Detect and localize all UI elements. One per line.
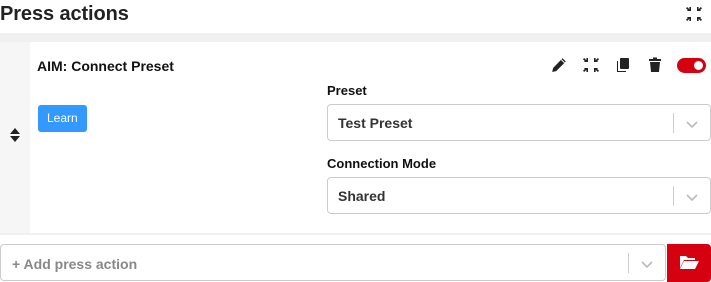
- sort-icon: [10, 128, 20, 147]
- browse-actions-button[interactable]: [667, 244, 711, 282]
- connection-mode-value: Shared: [338, 188, 386, 204]
- select-separator: [628, 253, 629, 273]
- folder-open-icon: [679, 254, 699, 273]
- drag-handle[interactable]: [0, 42, 30, 233]
- chevron-down-icon[interactable]: [639, 256, 655, 272]
- learn-button[interactable]: Learn: [38, 105, 87, 132]
- page-title: Press actions: [0, 3, 129, 25]
- copy-icon[interactable]: [613, 55, 633, 75]
- compress-icon[interactable]: [684, 4, 704, 24]
- chevron-down-icon[interactable]: [684, 189, 700, 205]
- select-separator: [673, 113, 674, 133]
- action-toolbar: [549, 54, 706, 76]
- select-separator: [673, 186, 674, 206]
- preset-select[interactable]: Test Preset: [327, 104, 711, 141]
- toggle-knob: [694, 60, 703, 70]
- press-actions-panel: AIM: Connect Preset Learn Preset Test Pr…: [0, 33, 711, 235]
- chevron-down-icon[interactable]: [684, 116, 700, 132]
- add-action-row: + Add press action: [0, 244, 711, 282]
- trash-icon[interactable]: [645, 55, 665, 75]
- pencil-icon[interactable]: [549, 55, 569, 75]
- header: Press actions: [0, 0, 711, 30]
- action-card: AIM: Connect Preset Learn Preset Test Pr…: [30, 42, 711, 233]
- enable-toggle[interactable]: [677, 57, 706, 73]
- preset-label: Preset: [327, 83, 367, 98]
- add-press-action-select[interactable]: + Add press action: [0, 244, 666, 281]
- action-name: AIM: Connect Preset: [37, 58, 174, 74]
- compress-icon[interactable]: [581, 55, 601, 75]
- connection-mode-select[interactable]: Shared: [327, 177, 711, 214]
- add-press-action-placeholder: + Add press action: [12, 256, 138, 272]
- connection-mode-label: Connection Mode: [327, 156, 437, 171]
- preset-value: Test Preset: [338, 115, 413, 131]
